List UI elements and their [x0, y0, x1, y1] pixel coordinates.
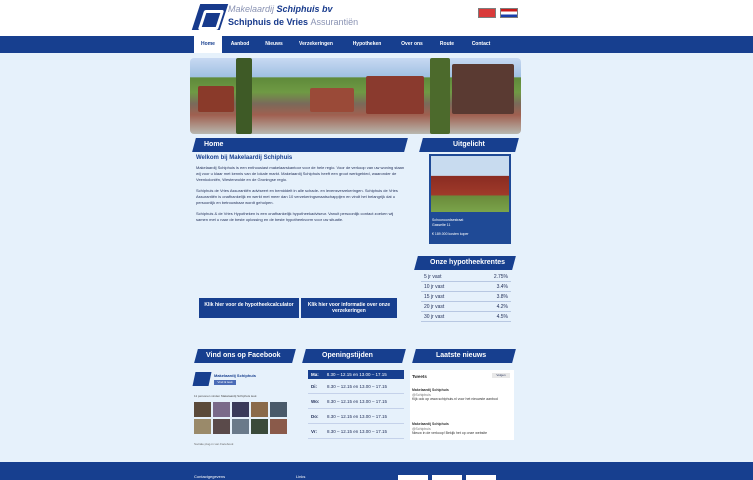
nav-nieuws[interactable]: Nieuws — [258, 36, 290, 53]
twitter-follow-button[interactable]: Volgen — [492, 373, 510, 378]
twitter-title: Tweets — [412, 374, 427, 379]
section-header-facebook: Vind ons op Facebook — [194, 349, 296, 363]
section-header-hours: Openingstijden — [302, 349, 406, 363]
facebook-likes-text: 11 personen vinden Makelaardij Schiphuis… — [194, 394, 257, 398]
facebook-plugin-text[interactable]: Sociale plug-in van Facebook — [194, 442, 233, 446]
fan-avatar[interactable] — [194, 419, 211, 434]
rate-row: 30 jr vast 4.5% — [421, 312, 511, 322]
house-shape — [198, 86, 234, 112]
page-title: Welkom bij Makelaardij Schiphuis — [196, 155, 293, 161]
logo-line-1[interactable]: Makelaardij Schiphuis bv — [228, 4, 333, 14]
hours-row: Do: 8.30 – 12.15 en 13.00 – 17.15 — [308, 409, 404, 424]
rates-table: 5 jr vast 2.75% 10 jr vast 3.4% 15 jr vast… — [421, 272, 511, 322]
main-nav: Home Aanbod Nieuws Verzekeringen Hypothe… — [0, 36, 753, 53]
language-flag-icon[interactable] — [478, 8, 496, 18]
section-header-rates: Onze hypotheekrentes — [414, 256, 516, 270]
tweet-item[interactable]: Makelaardij Schiphuis @Schiphuis Nieuw i… — [412, 422, 512, 436]
insurance-info-button[interactable]: Klik hier voor informatie over onze verz… — [301, 298, 397, 318]
nav-over-ons[interactable]: Over ons — [394, 36, 430, 53]
dutch-flag-icon[interactable] — [500, 8, 518, 18]
opening-hours: Ma: 8.30 – 12.15 en 13.00 – 17.15 Di: 8.30… — [308, 370, 404, 439]
facebook-page-avatar[interactable] — [192, 372, 212, 386]
fan-avatar[interactable] — [213, 402, 230, 417]
site-header: Makelaardij Schiphuis bv Schiphuis de Vr… — [0, 0, 753, 36]
nav-aanbod[interactable]: Aanbod — [224, 36, 256, 53]
tree-shape — [430, 58, 450, 134]
nav-verzekeringen[interactable]: Verzekeringen — [292, 36, 340, 53]
fan-avatar[interactable] — [232, 402, 249, 417]
rate-row: 10 jr vast 3.4% — [421, 282, 511, 292]
logo-icon[interactable] — [191, 4, 229, 30]
mortgage-paragraph: Schiphuis & de Vries Hypotheken is een o… — [196, 211, 394, 222]
tweet-item[interactable]: Makelaardij Schiphuis @Schiphuis Kijk oo… — [412, 388, 512, 402]
rate-row: 5 jr vast 2.75% — [421, 272, 511, 282]
hours-row: Vr: 8.30 – 12.15 en 13.00 – 17.15 — [308, 424, 404, 439]
footer-links-heading: Links — [296, 474, 306, 479]
featured-listing[interactable]: Schoonoordsestraat Gasselte 11 € 189.000… — [429, 154, 511, 244]
main-content: Welkom bij Makelaardij Schiphuis Makelaa… — [196, 155, 406, 228]
hero-banner-image — [190, 58, 521, 134]
nav-route[interactable]: Route — [432, 36, 462, 53]
fan-avatar[interactable] — [251, 402, 268, 417]
fan-avatar[interactable] — [251, 419, 268, 434]
partner-logo[interactable] — [398, 475, 428, 480]
section-header-home: Home — [192, 138, 408, 152]
hours-row: Wo: 8.30 – 12.15 en 13.00 – 17.15 — [308, 394, 404, 409]
rate-row: 20 jr vast 4.2% — [421, 302, 511, 312]
site-footer: Contactgegevens Links — [0, 462, 753, 480]
fan-avatar[interactable] — [194, 402, 211, 417]
fan-avatar[interactable] — [232, 419, 249, 434]
facebook-fans-grid — [194, 402, 287, 434]
nav-contact[interactable]: Contact — [464, 36, 498, 53]
tree-shape — [236, 58, 252, 134]
house-shape — [310, 88, 354, 112]
nav-hypotheken[interactable]: Hypotheken — [344, 36, 390, 53]
facebook-like-button[interactable]: Vind ik leuk — [214, 380, 236, 385]
section-header-uitgelicht: Uitgelicht — [419, 138, 519, 152]
facebook-widget: Makelaardij Schiphuis Vind ik leuk 11 pe… — [192, 370, 288, 446]
logo-line-2[interactable]: Schiphuis de Vries Assurantiën — [228, 17, 358, 27]
hours-row-highlight: Ma: 8.30 – 12.15 en 13.00 – 17.15 — [308, 370, 404, 379]
insurance-paragraph: Schiphuis de Vries Assurantiën adviseert… — [196, 188, 398, 205]
partner-logo[interactable] — [466, 475, 496, 480]
house-shape — [366, 76, 424, 114]
featured-house-photo[interactable] — [431, 156, 509, 212]
mortgage-calculator-button[interactable]: Klik hier voor de hypotheekcalculator — [199, 298, 299, 318]
twitter-widget: Tweets Volgen Makelaardij Schiphuis @Sch… — [410, 370, 514, 440]
fan-avatar[interactable] — [270, 419, 287, 434]
intro-paragraph: Makelaardij Schiphuis is een enthousiast… — [196, 165, 405, 182]
facebook-page-name[interactable]: Makelaardij Schiphuis — [214, 373, 256, 378]
fan-avatar[interactable] — [213, 419, 230, 434]
footer-contact-heading: Contactgegevens — [194, 474, 226, 479]
section-header-news: Laatste nieuws — [412, 349, 516, 363]
partner-logo[interactable] — [432, 475, 462, 480]
fan-avatar[interactable] — [270, 402, 287, 417]
house-shape — [452, 64, 514, 114]
hours-row: Di: 8.30 – 12.15 en 13.00 – 17.15 — [308, 379, 404, 394]
featured-caption: Schoonoordsestraat Gasselte 11 € 189.000… — [432, 218, 469, 236]
rate-row: 15 jr vast 3.8% — [421, 292, 511, 302]
nav-home[interactable]: Home — [194, 36, 222, 53]
